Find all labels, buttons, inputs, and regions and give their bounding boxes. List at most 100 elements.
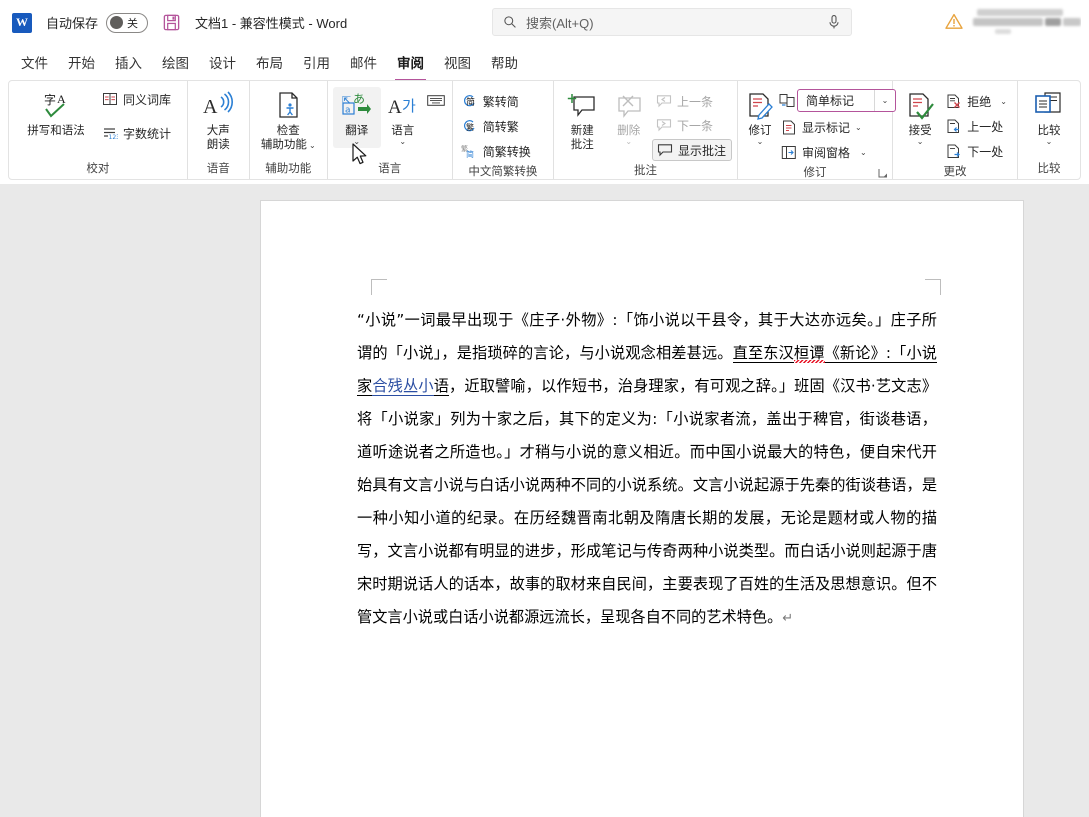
- delete-comment-icon: [614, 90, 644, 122]
- chevron-down-icon[interactable]: ⌄: [353, 137, 360, 146]
- simplified-to-traditional-button[interactable]: 繁 简转繁: [458, 115, 536, 137]
- svg-text:简: 简: [466, 96, 475, 108]
- tab-review[interactable]: 审阅: [388, 48, 433, 81]
- check-accessibility-button[interactable]: 检查 辅助功能 ⌄: [255, 87, 322, 154]
- microphone-icon[interactable]: [827, 14, 841, 30]
- autosave-label: 自动保存: [46, 16, 99, 31]
- chinese-conversion-button[interactable]: 繁 简 简繁转换: [458, 140, 536, 162]
- check-accessibility-label: 检查 辅助功能 ⌄: [261, 124, 316, 152]
- translate-icon: ⇱ あ a: [342, 90, 372, 122]
- ribbon-group-chinese-conversion: 简 繁转简 繁 简转繁 繁 简 简繁转换 中文简繁转换: [453, 81, 554, 179]
- acc-label-line1: 检查: [276, 125, 300, 137]
- tab-file[interactable]: 文件: [12, 48, 57, 76]
- spellcheck-word[interactable]: 桓谭: [793, 344, 825, 365]
- tab-design[interactable]: 设计: [200, 48, 245, 76]
- show-comments-button[interactable]: 显示批注: [651, 139, 732, 161]
- word-logo-icon: W: [12, 12, 32, 33]
- chevron-down-icon[interactable]: ⌄: [917, 137, 924, 146]
- ribbon: 字 A 拼写和语法 同义词库 12 字数统计 校对 A 大声 朗读 语音 检查 …: [8, 80, 1081, 180]
- chevron-down-icon[interactable]: ⌄: [1000, 97, 1007, 106]
- show-comments-icon: [656, 143, 674, 157]
- thesaurus-button[interactable]: 同义词库: [98, 88, 176, 110]
- tab-help[interactable]: 帮助: [482, 48, 527, 76]
- reviewing-pane-icon: [780, 145, 798, 160]
- read-aloud-label: 大声 朗读: [207, 124, 230, 152]
- chevron-down-icon[interactable]: ⌄: [875, 96, 895, 105]
- autosave-toggle[interactable]: 关: [106, 12, 149, 33]
- reject-button[interactable]: 拒绝 ⌄: [942, 90, 1012, 112]
- search-input[interactable]: 搜索(Alt+Q): [492, 8, 852, 36]
- word-count-button[interactable]: 123 字数统计: [98, 122, 176, 144]
- svg-text:A: A: [57, 92, 66, 106]
- show-comments-label: 显示批注: [677, 143, 726, 158]
- chevron-down-icon[interactable]: ⌄: [855, 123, 862, 132]
- read-aloud-button[interactable]: A 大声 朗读: [193, 87, 244, 154]
- comment-nav-buttons: 上一条 下一条 显示批注: [651, 87, 732, 161]
- tab-label: 文件: [21, 56, 48, 71]
- chevron-down-icon[interactable]: ⌄: [307, 141, 316, 150]
- compare-button[interactable]: 比较 ⌄: [1023, 87, 1075, 148]
- document-page[interactable]: “小说”一词最早出现于《庄子·外物》:「饰小说以干县令，其于大达亦远矣。」庄子所…: [260, 200, 1024, 817]
- chevron-down-icon[interactable]: ⌄: [860, 148, 867, 157]
- tab-view[interactable]: 视图: [435, 48, 480, 76]
- group-label-chinese-conversion: 中文简繁转换: [468, 166, 538, 178]
- simp-to-trad-icon: 繁: [461, 118, 479, 134]
- tab-insert[interactable]: 插入: [106, 48, 151, 76]
- tab-draw[interactable]: 绘图: [153, 48, 198, 76]
- read-aloud-label-line2: 朗读: [206, 139, 230, 151]
- tab-layout[interactable]: 布局: [247, 48, 292, 76]
- chevron-down-icon[interactable]: ⌄: [399, 137, 406, 146]
- accept-button[interactable]: 接受 ⌄: [898, 87, 942, 148]
- ribbon-group-speech: A 大声 朗读 语音: [188, 81, 250, 179]
- group-label-tracking: 修订: [803, 167, 827, 179]
- track-changes-button[interactable]: 修订 ⌄: [743, 87, 777, 148]
- translate-button[interactable]: ⇱ あ a 翻译 ⌄: [332, 87, 381, 148]
- chinese-conversion-label: 简繁转换: [482, 144, 531, 159]
- dialog-launcher-icon[interactable]: [878, 166, 889, 178]
- next-comment-button: 下一条: [652, 114, 732, 136]
- language-button[interactable]: A 가 语言 ⌄: [381, 87, 425, 148]
- next-change-button[interactable]: 下一处: [942, 140, 1012, 162]
- simp-to-trad-label: 简转繁: [482, 119, 519, 134]
- show-markup-button[interactable]: 显示标记 ⌄: [777, 116, 896, 138]
- markup-view-dropdown[interactable]: 简单标记 ⌄: [797, 89, 896, 112]
- new-comment-button[interactable]: 新建 批注: [559, 87, 605, 154]
- previous-comment-icon: [655, 94, 673, 108]
- tracked-insertion-b[interactable]: 丛小: [403, 377, 434, 396]
- svg-text:あ: あ: [353, 92, 365, 106]
- svg-text:A: A: [203, 96, 218, 118]
- ribbon-group-proofing: 字 A 拼写和语法 同义词库 12 字数统计 校对: [9, 81, 188, 179]
- chinese-conversion-buttons: 简 繁转简 繁 简转繁 繁 简 简繁转换: [458, 87, 536, 162]
- account-name-redacted[interactable]: [971, 6, 1081, 36]
- tab-references[interactable]: 引用: [294, 48, 339, 76]
- ribbon-tab-strip: 文件 开始 插入 绘图 设计 布局 引用 邮件 审阅 视图 帮助: [0, 45, 1089, 81]
- new-comment-icon: [567, 90, 597, 122]
- previous-change-button[interactable]: 上一处: [942, 115, 1012, 137]
- group-label-compare: 比较: [1037, 163, 1061, 175]
- save-floppy-icon[interactable]: [162, 13, 181, 32]
- tab-mailings[interactable]: 邮件: [341, 48, 386, 76]
- read-aloud-icon: A: [202, 90, 234, 122]
- new-comment-label: 新建 批注: [571, 124, 594, 152]
- document-paragraph[interactable]: “小说”一词最早出现于《庄子·外物》:「饰小说以干县令，其于大达亦远矣。」庄子所…: [357, 304, 937, 635]
- accept-label: 接受: [908, 125, 932, 137]
- ribbon-group-accessibility: 检查 辅助功能 ⌄ 辅助功能: [250, 81, 328, 179]
- chevron-down-icon[interactable]: ⌄: [757, 137, 764, 146]
- reviewing-pane-button[interactable]: 审阅窗格 ⌄: [777, 141, 896, 163]
- show-markup-label: 显示标记: [802, 120, 851, 135]
- document-canvas[interactable]: “小说”一词最早出现于《庄子·外物》:「饰小说以干县令，其于大达亦远矣。」庄子所…: [0, 184, 1089, 817]
- warning-triangle-icon[interactable]: [945, 13, 963, 30]
- read-aloud-label-line1: 大声: [206, 125, 230, 137]
- paragraph-underlined-a: 直至东汉: [732, 344, 794, 363]
- svg-text:가: 가: [402, 97, 416, 115]
- chevron-down-icon[interactable]: ⌄: [1046, 137, 1053, 146]
- tab-label: 插入: [115, 56, 142, 71]
- tracked-insertion-a[interactable]: 合残: [372, 377, 404, 396]
- tab-home[interactable]: 开始: [59, 48, 104, 76]
- word-count-label: 字数统计: [123, 126, 172, 141]
- spelling-grammar-button[interactable]: 字 A 拼写和语法: [14, 87, 98, 140]
- svg-text:123: 123: [109, 134, 119, 141]
- keyboard-button[interactable]: [425, 89, 447, 111]
- accessibility-check-icon: [274, 90, 302, 122]
- traditional-to-simplified-button[interactable]: 简 繁转简: [458, 90, 536, 112]
